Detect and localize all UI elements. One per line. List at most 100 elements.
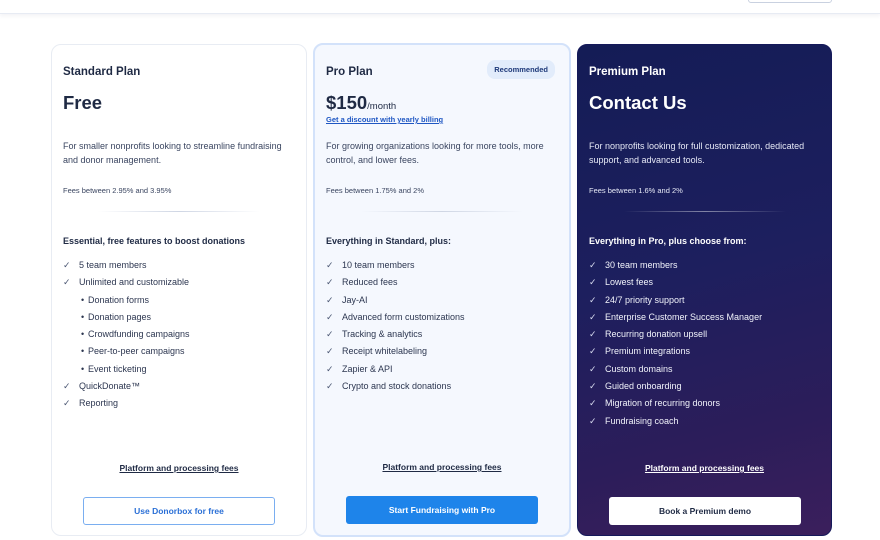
feature-label: Donation pages <box>88 311 152 322</box>
features-heading: Essential, free features to boost donati… <box>63 236 246 246</box>
feature-item: ✓ Unlimited and customizable <box>63 276 190 293</box>
bullet-icon: • <box>81 363 85 374</box>
platform-fees-link[interactable]: Platform and processing fees <box>578 463 831 473</box>
feature-label: Donation forms <box>88 294 150 305</box>
feature-item: ✓ Custom domains <box>589 363 762 380</box>
book-premium-demo-button[interactable]: Book a Premium demo <box>609 497 801 525</box>
check-icon: ✓ <box>589 346 597 357</box>
feature-item: ✓ Lowest fees <box>589 276 762 293</box>
check-icon: ✓ <box>589 415 597 426</box>
feature-label: Enterprise Customer Success Manager <box>605 311 763 322</box>
feature-item: ✓ QuickDonate™ <box>63 380 190 397</box>
feature-item: ✓ Premium integrations <box>589 345 762 362</box>
feature-item: • Peer-to-peer campaigns <box>63 345 190 362</box>
feature-item: ✓ Advanced form customizations <box>326 311 465 328</box>
check-icon: ✓ <box>589 329 597 340</box>
feature-label: Lowest fees <box>605 277 654 288</box>
pro-plan-card: Pro Plan Recommended $150/month Get a di… <box>313 43 571 537</box>
yearly-discount-link[interactable]: Get a discount with yearly billing <box>326 115 443 124</box>
check-icon: ✓ <box>589 260 597 270</box>
bullet-icon: • <box>81 311 85 322</box>
feature-item: ✓ 24/7 priority support <box>589 294 762 311</box>
feature-item: ✓ Zapier & API <box>326 363 465 380</box>
plan-fees: Fees between 2.95% and 3.95% <box>63 186 172 195</box>
bullet-icon: • <box>81 294 85 305</box>
price-amount: $150 <box>326 92 368 113</box>
platform-fees-link[interactable]: Platform and processing fees <box>52 463 306 473</box>
feature-item: ✓ 10 team members <box>326 259 465 276</box>
check-icon: ✓ <box>589 311 597 322</box>
feature-item: ✓ 30 team members <box>589 259 762 276</box>
check-icon: ✓ <box>589 363 597 374</box>
feature-label: Tracking & analytics <box>342 329 423 340</box>
features-heading: Everything in Pro, plus choose from: <box>589 236 747 246</box>
check-icon: ✓ <box>326 311 334 322</box>
feature-item: ✓ Recurring donation upsell <box>589 328 762 345</box>
feature-item: • Donation forms <box>63 294 190 311</box>
feature-label: Migration of recurring donors <box>605 398 721 409</box>
feature-label: Reporting <box>79 398 119 409</box>
feature-label: Jay-AI <box>342 294 368 305</box>
feature-item: ✓ Reporting <box>63 397 190 414</box>
platform-fees-link[interactable]: Platform and processing fees <box>315 462 569 472</box>
feature-item: ✓ 5 team members <box>63 259 190 276</box>
check-icon: ✓ <box>63 260 71 270</box>
plan-price: Free <box>63 92 103 113</box>
check-icon: ✓ <box>63 277 71 288</box>
check-icon: ✓ <box>589 398 597 409</box>
features-heading: Everything in Standard, plus: <box>326 236 452 246</box>
recommended-badge: Recommended <box>487 60 555 79</box>
plan-price: Contact Us <box>589 92 687 113</box>
check-icon: ✓ <box>326 260 334 270</box>
top-right-button[interactable] <box>748 0 832 3</box>
feature-label: QuickDonate™ <box>79 381 141 392</box>
feature-label: Crypto and stock donations <box>342 381 452 392</box>
feature-item: ✓ Fundraising coach <box>589 415 762 432</box>
feature-list: ✓ 5 team members ✓ Unlimited and customizab… <box>63 259 190 415</box>
feature-item: ✓ Tracking & analytics <box>326 328 465 345</box>
plan-description: For nonprofits looking for full customiz… <box>589 141 805 165</box>
plan-name: Standard Plan <box>63 66 141 78</box>
check-icon: ✓ <box>326 329 334 340</box>
feature-item: • Crowdfunding campaigns <box>63 328 190 345</box>
feature-label: 10 team members <box>342 260 415 270</box>
feature-item: • Event ticketing <box>63 363 190 380</box>
premium-plan-card: Premium Plan Contact Us For nonprofits l… <box>577 44 832 536</box>
check-icon: ✓ <box>63 381 71 392</box>
feature-item: ✓ Crypto and stock donations <box>326 380 465 397</box>
feature-label: Premium integrations <box>605 346 691 357</box>
feature-label: Crowdfunding campaigns <box>88 329 190 340</box>
plan-fees: Fees between 1.75% and 2% <box>326 186 424 195</box>
plan-name: Pro Plan <box>326 66 373 78</box>
bullet-icon: • <box>81 329 85 340</box>
feature-item: ✓ Migration of recurring donors <box>589 397 762 414</box>
feature-item: • Donation pages <box>63 311 190 328</box>
use-donorbox-free-button[interactable]: Use Donorbox for free <box>83 497 275 525</box>
feature-label: 30 team members <box>605 260 678 270</box>
check-icon: ✓ <box>326 294 334 305</box>
feature-item: ✓ Guided onboarding <box>589 380 762 397</box>
check-icon: ✓ <box>589 294 597 305</box>
feature-label: Zapier & API <box>342 363 393 374</box>
standard-plan-card: Standard Plan Free For smaller nonprofit… <box>51 44 307 536</box>
plan-fees: Fees between 1.6% and 2% <box>589 186 683 195</box>
divider <box>98 211 260 212</box>
plan-description: For smaller nonprofits looking to stream… <box>63 141 282 165</box>
check-icon: ✓ <box>589 277 597 288</box>
price-unit: /month <box>367 101 397 112</box>
divider <box>624 211 786 212</box>
top-bar <box>0 0 880 14</box>
feature-list: ✓ 30 team members ✓ Lowest fees ✓ 24/7 priori… <box>589 259 762 432</box>
feature-item: ✓ Enterprise Customer Success Manager <box>589 311 762 328</box>
feature-label: Unlimited and customizable <box>79 277 190 288</box>
plan-price: $150/month <box>326 92 396 114</box>
feature-item: ✓ Reduced fees <box>326 276 465 293</box>
feature-label: Recurring donation upsell <box>605 329 708 340</box>
feature-label: 24/7 priority support <box>605 294 685 305</box>
feature-label: Receipt whitelabeling <box>342 346 428 357</box>
feature-label: Advanced form customizations <box>342 311 465 322</box>
start-fundraising-pro-button[interactable]: Start Fundraising with Pro <box>346 496 538 524</box>
feature-label: Event ticketing <box>88 363 147 374</box>
plan-name: Premium Plan <box>589 66 666 78</box>
feature-label: Custom domains <box>605 363 673 374</box>
